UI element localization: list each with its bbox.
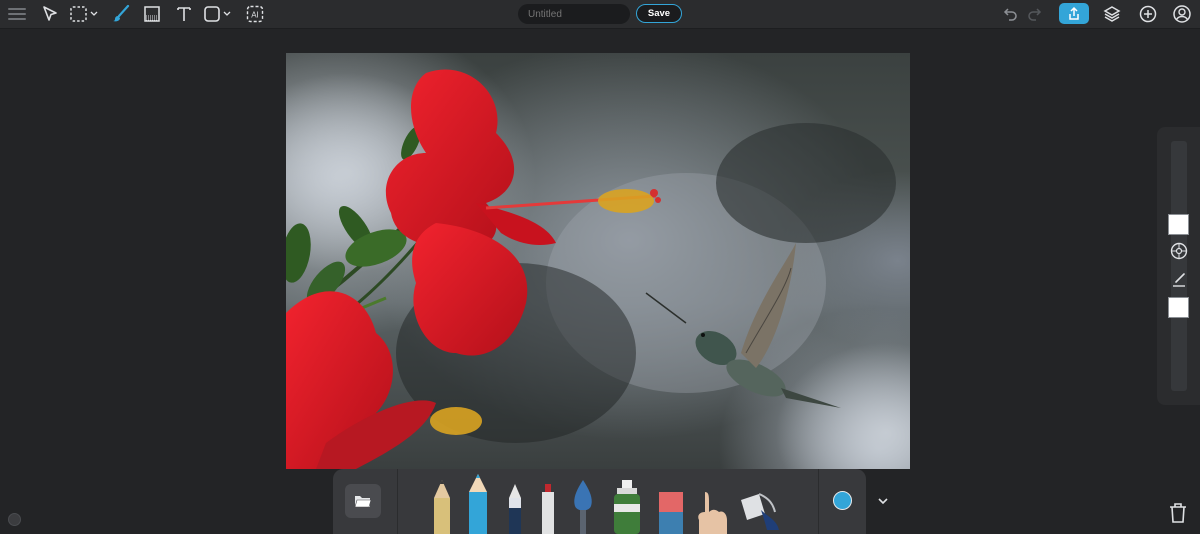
top-toolbar: AI Save bbox=[0, 0, 1200, 29]
folder-icon bbox=[354, 496, 372, 508]
texture-icon[interactable] bbox=[140, 3, 164, 25]
brush-icon[interactable] bbox=[109, 3, 133, 25]
eyedropper-icon[interactable] bbox=[1168, 269, 1190, 291]
primary-color-swatch[interactable] bbox=[1168, 214, 1189, 235]
shape-icon[interactable] bbox=[202, 3, 236, 25]
account-icon[interactable] bbox=[1170, 3, 1194, 25]
open-folder-button[interactable] bbox=[345, 484, 381, 518]
paint-app: AI Save bbox=[0, 0, 1200, 534]
undo-icon[interactable] bbox=[999, 3, 1023, 25]
pencil-tool-icon[interactable] bbox=[431, 478, 453, 534]
secondary-color-swatch[interactable] bbox=[1168, 297, 1189, 318]
text-icon[interactable] bbox=[172, 3, 196, 25]
brush-settings-panel bbox=[1157, 127, 1200, 405]
ai-icon[interactable]: AI bbox=[243, 3, 267, 25]
export-button[interactable] bbox=[1059, 3, 1089, 24]
redo-icon[interactable] bbox=[1022, 3, 1046, 25]
marquee-select-icon[interactable] bbox=[68, 3, 102, 25]
select-arrow-icon[interactable] bbox=[38, 3, 62, 25]
paint-bucket-tool-icon[interactable] bbox=[737, 490, 781, 534]
colored-pencil-tool-icon[interactable] bbox=[466, 472, 490, 534]
layers-icon[interactable] bbox=[1100, 3, 1124, 25]
marker-tool-icon[interactable] bbox=[539, 482, 557, 534]
spray-can-tool-icon[interactable] bbox=[611, 478, 643, 534]
export-icon bbox=[1069, 6, 1079, 20]
trash-icon[interactable] bbox=[1168, 502, 1188, 524]
tray-divider bbox=[818, 469, 819, 534]
watercolor-brush-tool-icon[interactable] bbox=[569, 478, 597, 534]
eraser-tool-icon[interactable] bbox=[657, 490, 685, 534]
document-title-input[interactable] bbox=[518, 4, 630, 24]
menu-icon[interactable] bbox=[5, 3, 29, 25]
pen-tool-icon[interactable] bbox=[505, 482, 525, 534]
smudge-finger-tool-icon[interactable] bbox=[695, 490, 729, 534]
status-indicator bbox=[8, 513, 21, 526]
tray-divider bbox=[397, 469, 398, 534]
drawing-tool-tray bbox=[333, 469, 866, 534]
chevron-down-icon[interactable] bbox=[876, 494, 890, 508]
color-wheel-icon[interactable] bbox=[1168, 240, 1190, 262]
svg-text:AI: AI bbox=[251, 11, 259, 20]
active-color-picker[interactable] bbox=[833, 491, 852, 510]
save-button[interactable]: Save bbox=[636, 4, 682, 23]
hibiscus-hummingbird-image bbox=[286, 69, 910, 469]
add-icon[interactable] bbox=[1136, 3, 1160, 25]
brush-size-slider[interactable] bbox=[1171, 141, 1187, 391]
drawing-canvas[interactable] bbox=[286, 53, 910, 469]
